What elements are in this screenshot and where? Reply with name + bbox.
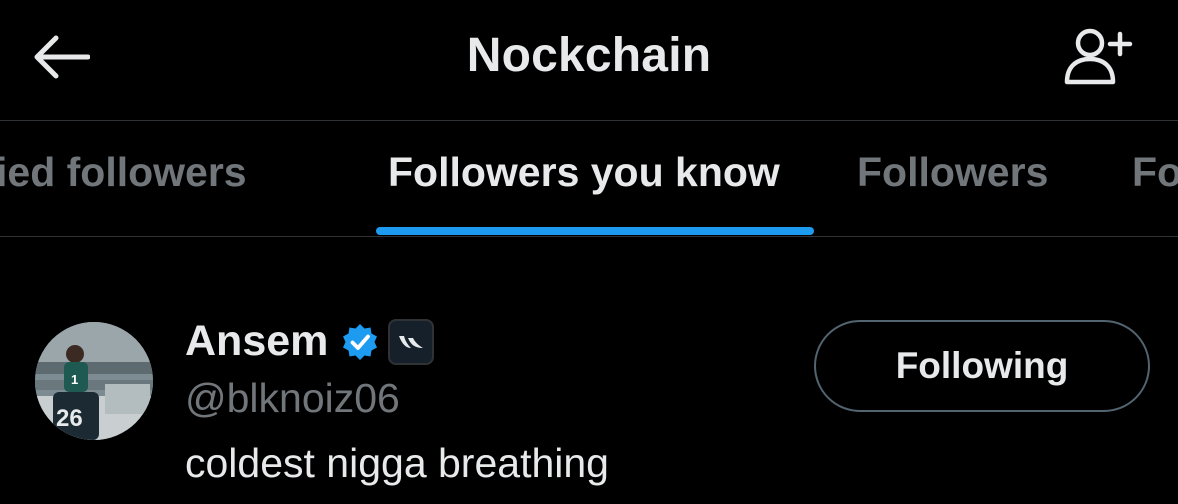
name-line: Ansem — [185, 317, 435, 366]
avatar-jersey-number: 26 — [56, 405, 83, 432]
add-user-button[interactable] — [1058, 24, 1138, 88]
svg-text:1: 1 — [71, 372, 78, 387]
page-title: Nockchain — [466, 29, 712, 82]
tab-followers-you-know[interactable]: Followers you know — [388, 149, 780, 196]
following-button[interactable]: Following — [814, 320, 1150, 412]
avatar[interactable]: 1 26 — [35, 322, 153, 440]
list-item[interactable]: 1 26 Ansem @blknoiz06 coldest nigga brea… — [0, 237, 1178, 504]
user-handle: @blknoiz06 — [185, 375, 400, 421]
active-tab-indicator — [376, 227, 814, 235]
person-add-icon — [1064, 28, 1133, 85]
avatar-image: 1 26 — [35, 322, 153, 440]
tab-verified-followers[interactable]: rified followers — [0, 149, 247, 196]
user-name[interactable]: Ansem — [185, 317, 328, 366]
tab-followers[interactable]: Followers — [857, 149, 1048, 196]
tab-following[interactable]: Fo — [1132, 149, 1178, 196]
verified-badge-icon — [343, 323, 378, 360]
affiliate-logo-icon — [399, 335, 424, 348]
tab-bar: rified followers Followers you know Foll… — [0, 121, 1178, 236]
user-bio: coldest nigga breathing — [185, 440, 609, 486]
top-bar: Nockchain — [0, 0, 1178, 120]
affiliate-badge-icon[interactable] — [388, 318, 435, 365]
